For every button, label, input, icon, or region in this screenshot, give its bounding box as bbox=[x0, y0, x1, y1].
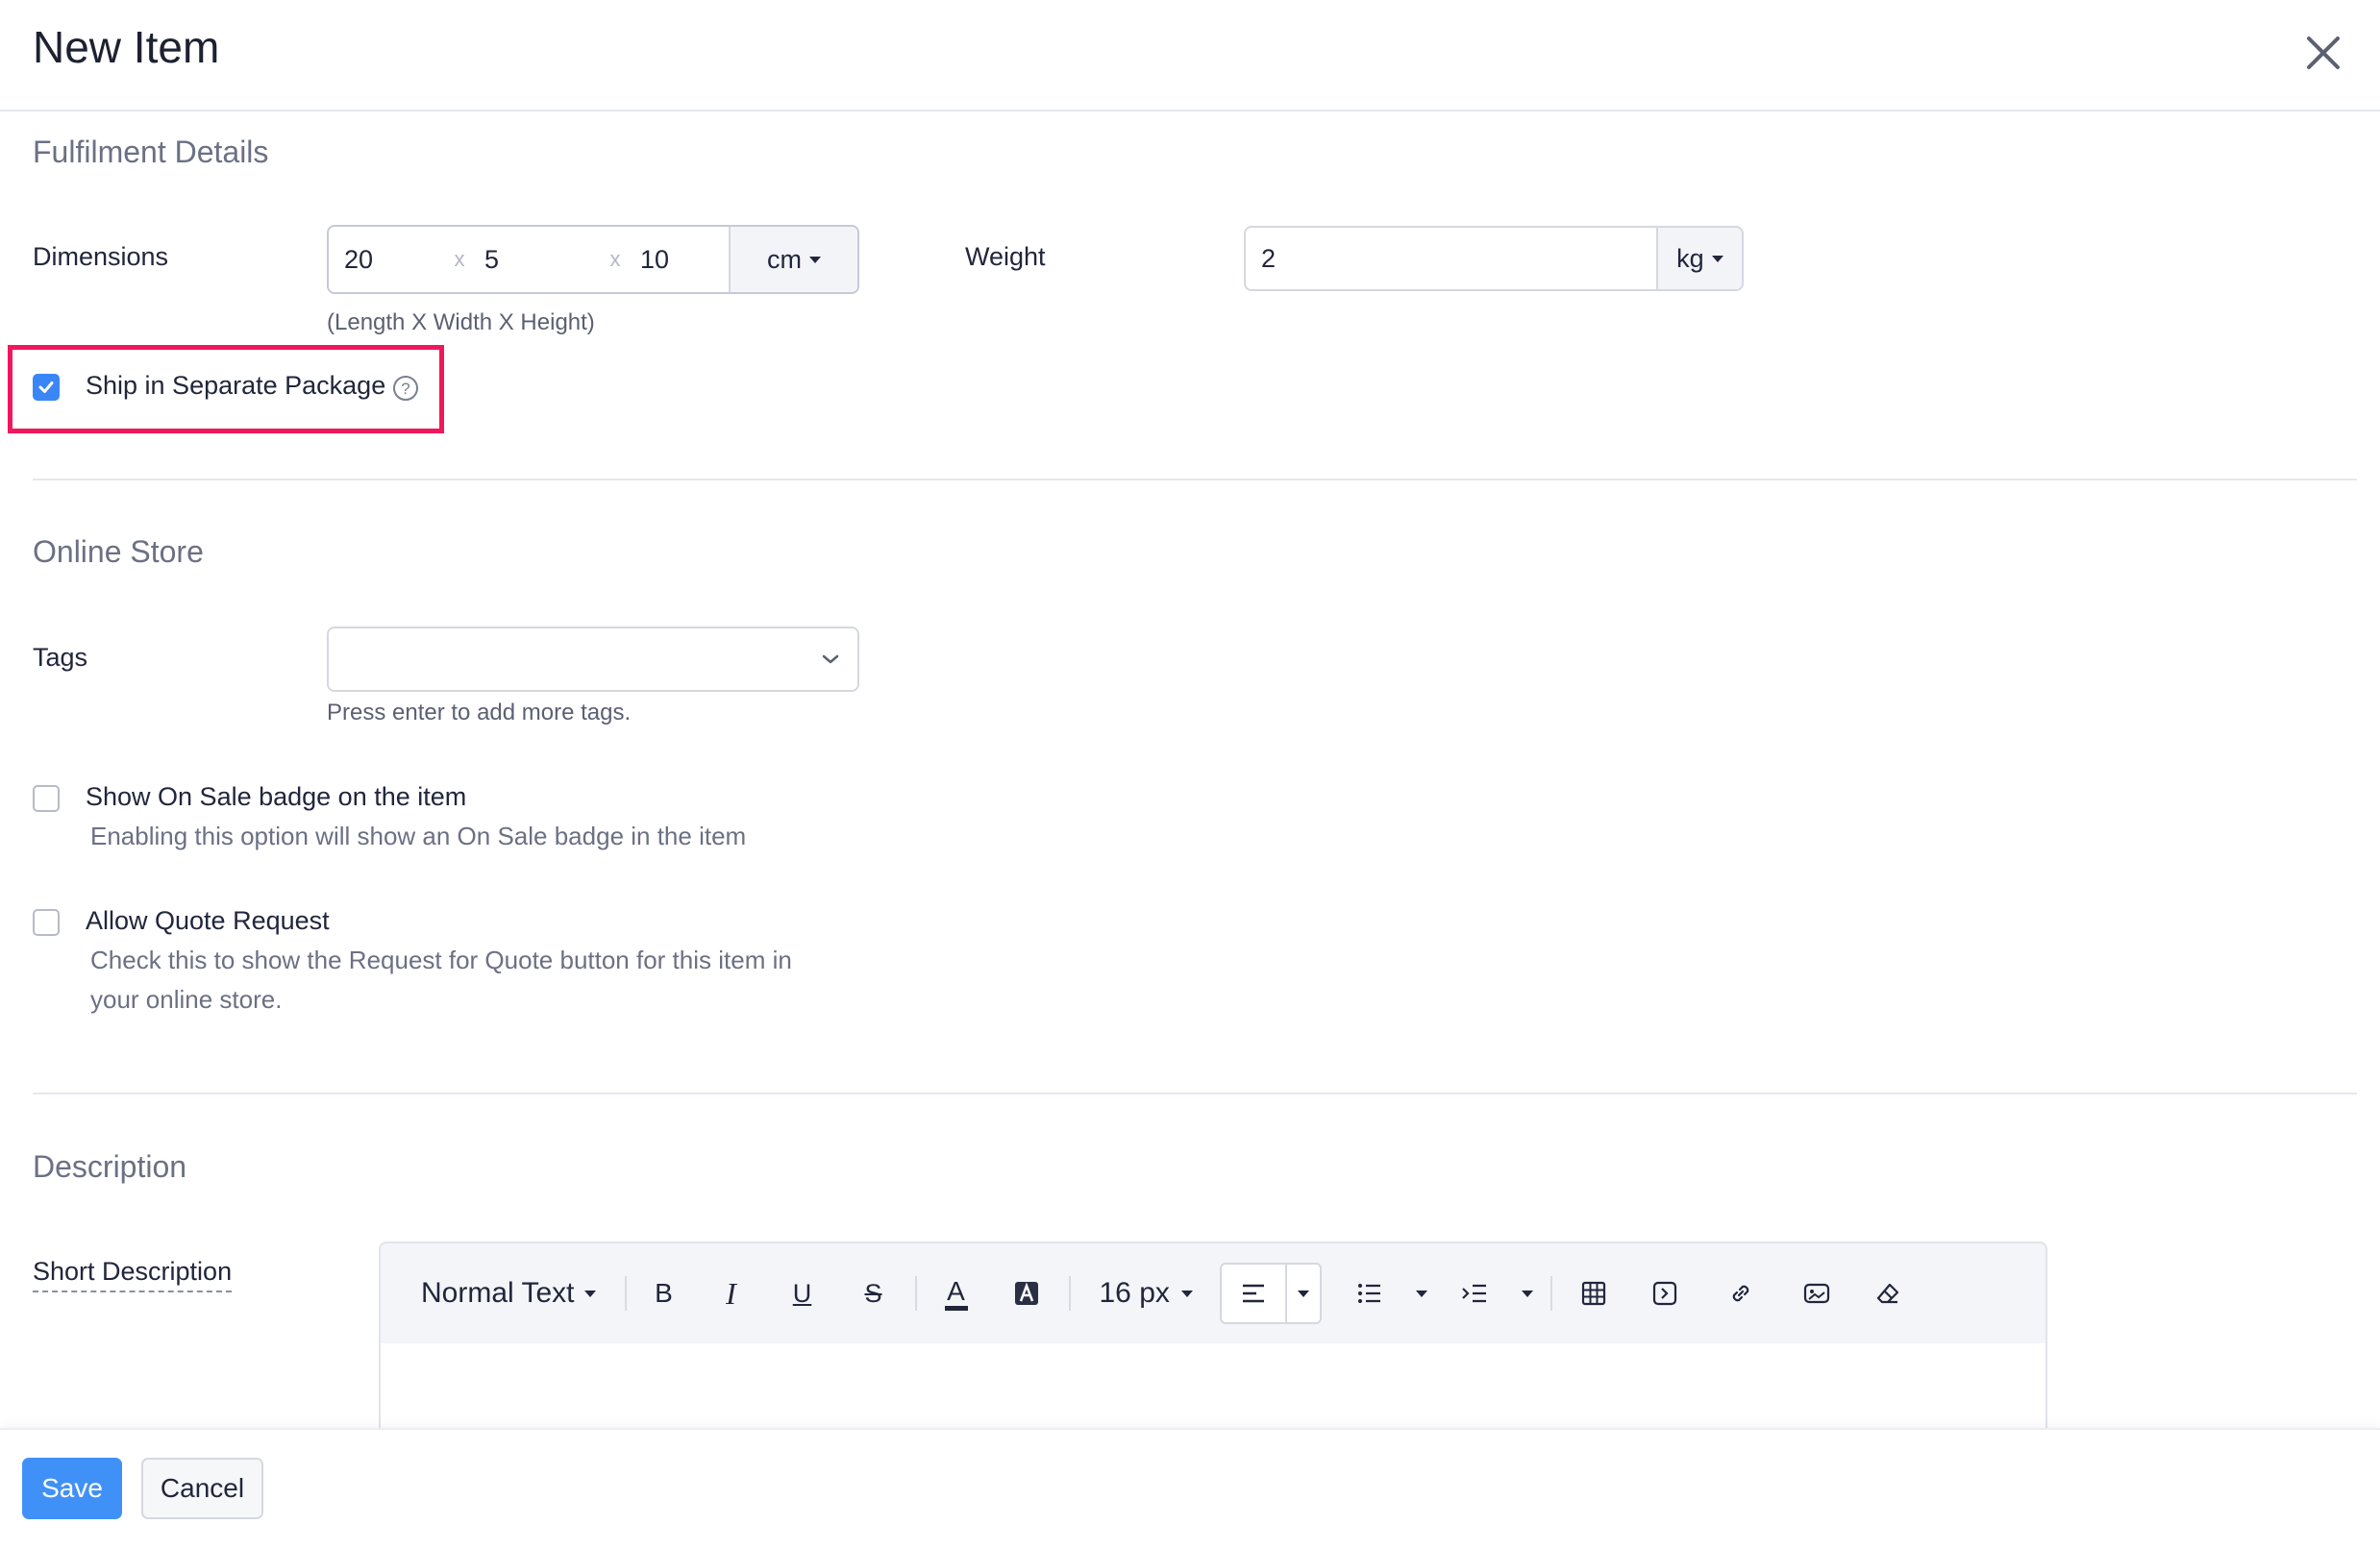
underline-button[interactable]: U bbox=[767, 1263, 838, 1324]
align-dropdown[interactable] bbox=[1284, 1265, 1320, 1322]
align-left-icon[interactable] bbox=[1222, 1265, 1285, 1322]
toolbar-separator bbox=[1549, 1276, 1552, 1311]
tags-label: Tags bbox=[33, 643, 88, 672]
caret-down-icon bbox=[583, 1290, 596, 1297]
highlight-color-icon[interactable] bbox=[990, 1263, 1063, 1324]
ship-separate-label: Ship in Separate Package bbox=[86, 371, 386, 400]
caret-down-icon bbox=[1711, 255, 1723, 262]
font-color-button[interactable]: A bbox=[923, 1263, 990, 1324]
dimensions-hint: (Length X Width X Height) bbox=[327, 309, 595, 335]
modal-title: New Item bbox=[33, 22, 220, 72]
caret-down-icon bbox=[1297, 1290, 1309, 1297]
font-size-label: 16 px bbox=[1099, 1277, 1170, 1309]
width-input[interactable]: 5 bbox=[469, 227, 606, 292]
tags-hint: Press enter to add more tags. bbox=[327, 700, 632, 725]
dimension-separator: x bbox=[454, 247, 465, 271]
checkmark-icon bbox=[38, 381, 54, 393]
table-icon[interactable] bbox=[1558, 1263, 1629, 1324]
toolbar-separator bbox=[624, 1276, 627, 1311]
ship-separate-checkbox[interactable] bbox=[33, 374, 60, 401]
online-store-section-title: Online Store bbox=[33, 534, 204, 569]
short-description-editor[interactable] bbox=[379, 1343, 2047, 1430]
on-sale-label: Show On Sale badge on the item bbox=[86, 782, 467, 811]
dimensions-label: Dimensions bbox=[33, 242, 169, 271]
text-style-dropdown[interactable]: Normal Text bbox=[381, 1263, 619, 1324]
dimension-unit-dropdown[interactable]: cm bbox=[729, 227, 857, 292]
caret-down-icon bbox=[1180, 1290, 1193, 1297]
chevron-down-icon bbox=[804, 628, 857, 690]
align-button-group bbox=[1219, 1263, 1322, 1324]
font-color-label: A bbox=[947, 1275, 965, 1306]
quote-request-description: Check this to show the Request for Quote… bbox=[90, 946, 792, 974]
dimension-separator: x bbox=[609, 247, 621, 271]
dimensions-input-group: 20 x 5 x 10 cm bbox=[327, 225, 859, 294]
quote-request-label: Allow Quote Request bbox=[86, 906, 330, 935]
on-sale-checkbox[interactable] bbox=[33, 785, 60, 812]
quote-request-checkbox[interactable] bbox=[33, 909, 60, 936]
dimension-unit-label: cm bbox=[767, 244, 802, 274]
tags-select[interactable] bbox=[327, 627, 859, 692]
editor-toolbar: Normal Text B I U S A 16 px bbox=[379, 1242, 2047, 1345]
caret-down-icon bbox=[809, 256, 821, 263]
font-size-dropdown[interactable]: 16 px bbox=[1077, 1263, 1216, 1324]
link-icon[interactable] bbox=[1700, 1263, 1781, 1324]
length-input[interactable]: 20 bbox=[329, 227, 450, 292]
modal-header bbox=[0, 0, 2380, 111]
italic-button[interactable]: I bbox=[696, 1263, 767, 1324]
caret-down-icon bbox=[1521, 1290, 1533, 1297]
indent-dropdown[interactable] bbox=[1510, 1263, 1545, 1324]
fulfilment-section-title: Fulfilment Details bbox=[33, 135, 269, 169]
weight-input[interactable]: 2 bbox=[1246, 228, 1656, 289]
weight-label: Weight bbox=[965, 242, 1046, 271]
toolbar-separator bbox=[914, 1276, 917, 1311]
description-section-title: Description bbox=[33, 1149, 187, 1184]
caret-down-icon bbox=[1415, 1290, 1427, 1297]
embed-code-icon[interactable] bbox=[1629, 1263, 1700, 1324]
tags-value bbox=[329, 628, 804, 690]
image-icon[interactable] bbox=[1781, 1263, 1852, 1324]
on-sale-description: Enabling this option will show an On Sal… bbox=[90, 822, 747, 850]
height-input[interactable]: 10 bbox=[625, 227, 729, 292]
quote-request-description-cont: your online store. bbox=[90, 985, 283, 1014]
toolbar-separator bbox=[1068, 1276, 1071, 1311]
weight-unit-label: kg bbox=[1676, 243, 1704, 273]
help-icon[interactable]: ? bbox=[392, 375, 419, 402]
bullet-list-icon[interactable] bbox=[1335, 1263, 1404, 1324]
font-color-swatch bbox=[944, 1305, 968, 1311]
weight-unit-dropdown[interactable]: kg bbox=[1655, 228, 1742, 289]
clear-format-icon[interactable] bbox=[1852, 1263, 1923, 1324]
modal-footer bbox=[0, 1428, 2380, 1549]
save-button[interactable]: Save bbox=[22, 1458, 122, 1519]
cancel-button[interactable]: Cancel bbox=[141, 1458, 263, 1519]
indent-icon[interactable] bbox=[1439, 1263, 1510, 1324]
list-dropdown[interactable] bbox=[1404, 1263, 1439, 1324]
short-description-label: Short Description bbox=[33, 1257, 233, 1292]
section-divider bbox=[33, 1093, 2357, 1094]
weight-input-group: 2 kg bbox=[1244, 226, 1744, 291]
svg-text:?: ? bbox=[401, 380, 409, 398]
text-style-label: Normal Text bbox=[421, 1277, 575, 1309]
bold-button[interactable]: B bbox=[632, 1263, 696, 1324]
section-divider bbox=[33, 479, 2357, 480]
strikethrough-button[interactable]: S bbox=[838, 1263, 909, 1324]
close-icon[interactable] bbox=[2299, 29, 2347, 77]
